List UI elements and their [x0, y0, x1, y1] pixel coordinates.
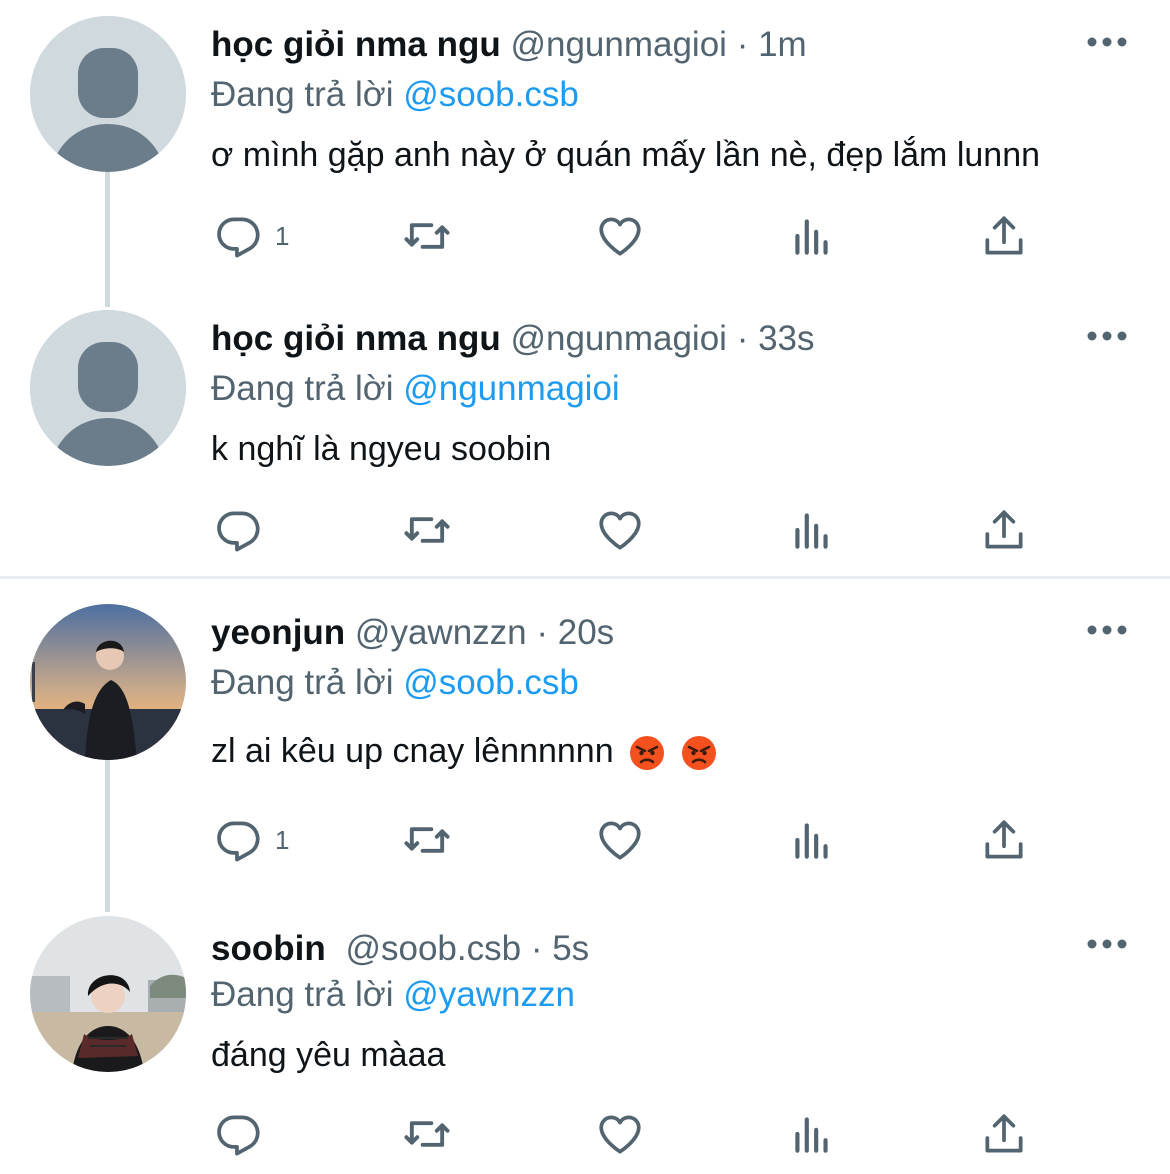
divider [0, 576, 1170, 579]
profile-photo [30, 604, 186, 760]
retweet-icon [401, 814, 453, 866]
tweet-header: học giỏi nma ngu @ngunmagioi · 33s [211, 314, 815, 364]
tweet-header: học giỏi nma ngu @ngunmagioi · 1m [211, 20, 807, 70]
display-name[interactable]: soobin [211, 929, 326, 968]
timestamp[interactable]: · 5s [531, 929, 589, 968]
share-button[interactable] [979, 1104, 1029, 1164]
more-options-icon[interactable] [1086, 328, 1128, 344]
retweet-button[interactable] [401, 1104, 453, 1164]
retweet-button[interactable] [401, 500, 453, 560]
tweet[interactable]: học giỏi nma ngu @ngunmagioi · 1m Đang t… [0, 0, 1170, 290]
timestamp[interactable]: · 20s [536, 613, 614, 652]
avatar[interactable] [30, 310, 186, 466]
reply-button[interactable] [213, 1104, 263, 1164]
replying-to: Đang trả lời @soob.csb [211, 658, 579, 708]
reply-prefix: Đang trả lời [211, 369, 394, 408]
replying-to: Đang trả lời @yawnzzn [211, 970, 575, 1020]
views-button[interactable] [787, 810, 837, 870]
share-button[interactable] [979, 500, 1029, 560]
display-name[interactable]: học giỏi nma ngu [211, 25, 501, 64]
like-button[interactable] [595, 1104, 645, 1164]
retweet-button[interactable] [401, 206, 453, 266]
reply-icon [213, 1109, 263, 1159]
angry-face-emoji [629, 735, 665, 771]
replying-to: Đang trả lời @soob.csb [211, 70, 579, 120]
retweet-button[interactable] [401, 810, 453, 870]
default-avatar-icon [30, 16, 186, 172]
reply-to-link[interactable]: @soob.csb [403, 75, 579, 114]
action-bar [211, 500, 1061, 560]
reply-button[interactable] [213, 500, 263, 560]
reply-button[interactable]: 1 [213, 810, 289, 870]
views-button[interactable] [787, 500, 837, 560]
handle[interactable]: @ngunmagioi [510, 319, 727, 358]
heart-icon [595, 505, 645, 555]
like-button[interactable] [595, 500, 645, 560]
handle[interactable]: @ngunmagioi [510, 25, 727, 64]
tweet-text: k nghĩ là ngyeu soobin [211, 430, 552, 468]
bar-chart-icon [787, 815, 837, 865]
more-options-icon[interactable] [1086, 936, 1128, 952]
more-options-icon[interactable] [1086, 34, 1128, 50]
reply-count: 1 [275, 824, 290, 855]
share-icon [979, 505, 1029, 555]
reply-prefix: Đang trả lời [211, 75, 394, 114]
tweet[interactable]: yeonjun @yawnzzn · 20s Đang trả lời @soo… [0, 588, 1170, 900]
like-button[interactable] [595, 206, 645, 266]
reply-to-link[interactable]: @ngunmagioi [403, 369, 620, 408]
share-button[interactable] [979, 810, 1029, 870]
tweet[interactable]: soobin @soob.csb · 5s Đang trả lời @yawn… [0, 900, 1170, 1174]
tweet-text: đáng yêu màaa [211, 1036, 446, 1074]
tweet[interactable]: học giỏi nma ngu @ngunmagioi · 33s Đang … [0, 294, 1170, 576]
action-bar [211, 1104, 1061, 1164]
angry-face-emoji [681, 735, 717, 771]
bar-chart-icon [787, 1109, 837, 1159]
reply-prefix: Đang trả lời [211, 975, 394, 1014]
reply-to-link[interactable]: @soob.csb [403, 663, 579, 702]
views-button[interactable] [787, 1104, 837, 1164]
tweet-text: zl ai kêu up cnay lênnnnnn [211, 732, 614, 770]
retweet-icon [401, 210, 453, 262]
more-options-icon[interactable] [1086, 622, 1128, 638]
reply-to-link[interactable]: @yawnzzn [403, 975, 575, 1014]
handle[interactable]: @soob.csb [345, 929, 521, 968]
share-icon [979, 815, 1029, 865]
handle[interactable]: @yawnzzn [355, 613, 527, 652]
tweet-header: soobin @soob.csb · 5s [211, 924, 589, 974]
reply-count: 1 [275, 220, 290, 251]
share-button[interactable] [979, 206, 1029, 266]
reply-prefix: Đang trả lời [211, 663, 394, 702]
reply-icon [213, 505, 263, 555]
avatar[interactable] [30, 16, 186, 172]
action-bar: 1 [211, 810, 1061, 870]
reply-icon [213, 815, 263, 865]
views-button[interactable] [787, 206, 837, 266]
profile-photo [30, 916, 186, 1072]
tweet-text: ơ mình gặp anh này ở quán mấy lần nè, đẹ… [211, 136, 1041, 174]
heart-icon [595, 1109, 645, 1159]
timestamp[interactable]: · 1m [737, 25, 807, 64]
timestamp[interactable]: · 33s [737, 319, 815, 358]
heart-icon [595, 211, 645, 261]
replying-to: Đang trả lời @ngunmagioi [211, 364, 620, 414]
bar-chart-icon [787, 211, 837, 261]
retweet-icon [401, 1108, 453, 1160]
tweet-text-row: zl ai kêu up cnay lênnnnnn [211, 726, 717, 776]
tweet-header: yeonjun @yawnzzn · 20s [211, 608, 614, 658]
heart-icon [595, 815, 645, 865]
display-name[interactable]: yeonjun [211, 613, 345, 652]
bar-chart-icon [787, 505, 837, 555]
avatar[interactable] [30, 604, 186, 760]
share-icon [979, 1109, 1029, 1159]
action-bar: 1 [211, 206, 1061, 266]
retweet-icon [401, 504, 453, 556]
reply-button[interactable]: 1 [213, 206, 289, 266]
share-icon [979, 211, 1029, 261]
reply-icon [213, 211, 263, 261]
avatar[interactable] [30, 916, 186, 1072]
display-name[interactable]: học giỏi nma ngu [211, 319, 501, 358]
default-avatar-icon [30, 310, 186, 466]
like-button[interactable] [595, 810, 645, 870]
